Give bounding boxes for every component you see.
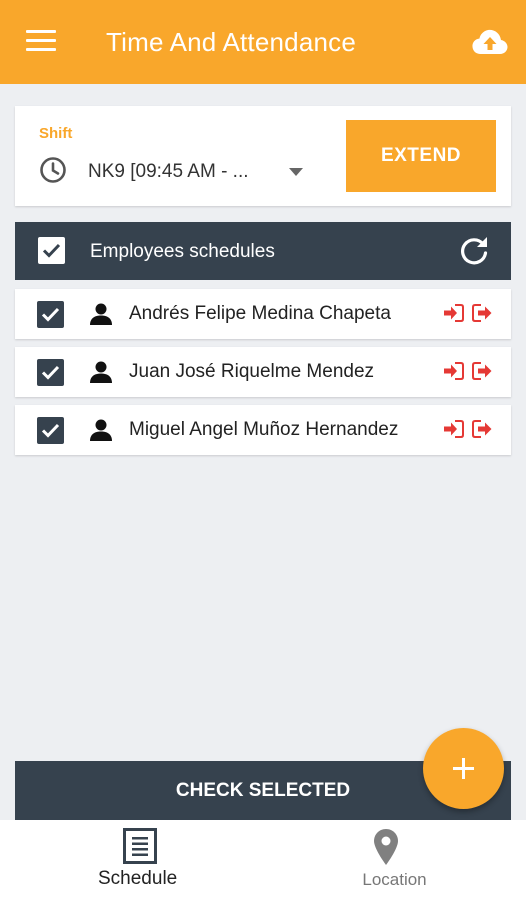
location-pin-icon <box>374 829 398 865</box>
menu-icon[interactable] <box>26 30 56 54</box>
clock-icon <box>40 157 66 183</box>
schedule-icon <box>123 828 157 864</box>
add-fab-button[interactable] <box>423 728 504 809</box>
bottom-nav: Schedule Location <box>0 820 526 900</box>
sign-out-icon[interactable] <box>472 304 492 322</box>
app-bar: Time And Attendance <box>0 0 526 84</box>
nav-label-location: Location <box>362 870 427 889</box>
app-title: Time And Attendance <box>106 27 357 57</box>
person-icon <box>90 303 112 325</box>
employee-name: Andrés Felipe Medina Chapeta <box>129 303 391 324</box>
employee-row[interactable]: Juan José Riquelme Mendez <box>15 347 511 397</box>
sign-out-icon[interactable] <box>472 362 492 380</box>
person-icon <box>90 361 112 383</box>
employee-checkbox[interactable] <box>37 301 64 328</box>
employee-checkbox[interactable] <box>37 359 64 386</box>
refresh-icon[interactable] <box>456 233 492 269</box>
extend-button[interactable]: EXTEND <box>346 120 496 192</box>
sign-in-icon[interactable] <box>444 420 464 438</box>
shift-label: Shift <box>39 125 73 142</box>
employee-row[interactable]: Miguel Angel Muñoz Hernandez <box>15 405 511 455</box>
sign-out-icon[interactable] <box>472 420 492 438</box>
person-icon <box>90 419 112 441</box>
dropdown-arrow-icon[interactable] <box>289 168 303 176</box>
employee-row[interactable]: Andrés Felipe Medina Chapeta <box>15 289 511 339</box>
nav-label-schedule: Schedule <box>98 868 178 889</box>
plus-icon <box>453 758 474 779</box>
shift-select[interactable]: NK9 [09:45 AM - ... <box>88 161 249 183</box>
sign-in-icon[interactable] <box>444 304 464 322</box>
select-all-checkbox[interactable] <box>38 237 65 264</box>
employee-checkbox[interactable] <box>37 417 64 444</box>
employee-name: Juan José Riquelme Mendez <box>129 361 375 382</box>
sign-in-icon[interactable] <box>444 362 464 380</box>
employee-name: Miguel Angel Muñoz Hernandez <box>129 419 399 440</box>
schedules-title: Employees schedules <box>90 241 275 262</box>
nav-item-location[interactable]: Location <box>263 820 526 900</box>
cloud-upload-icon[interactable] <box>472 28 508 56</box>
nav-item-schedule[interactable]: Schedule <box>0 820 263 900</box>
schedules-header: Employees schedules <box>15 222 511 280</box>
shift-card: Shift NK9 [09:45 AM - ... EXTEND <box>15 106 511 206</box>
